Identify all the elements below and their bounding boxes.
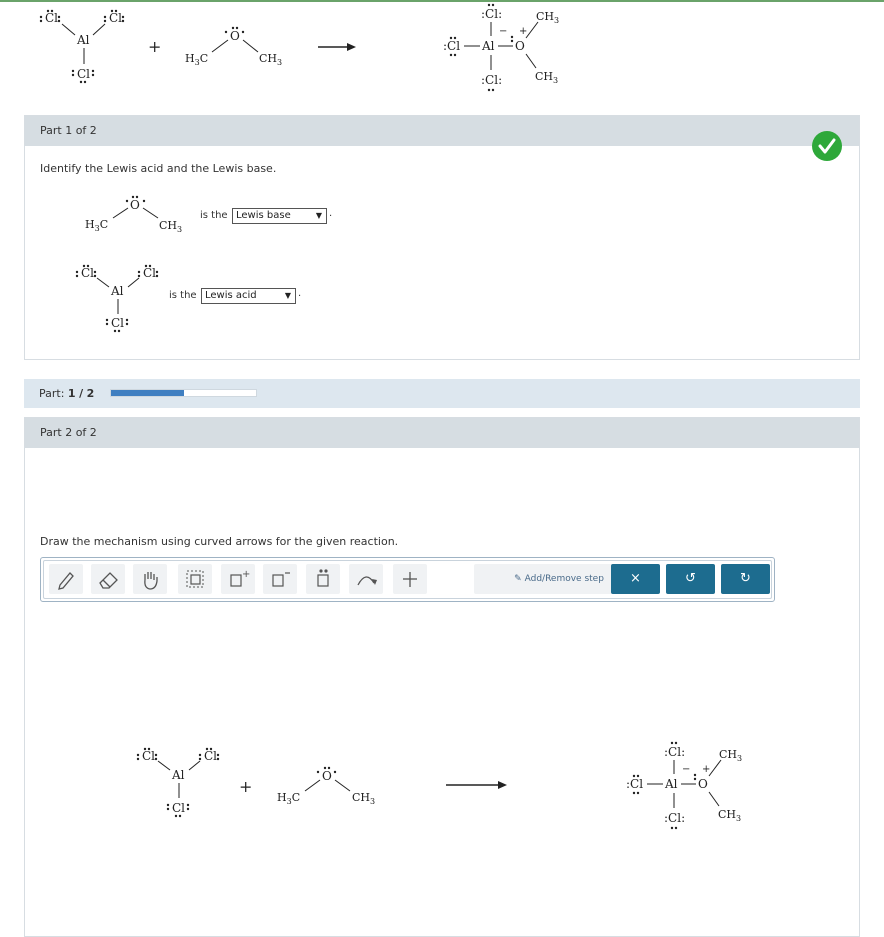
part1-instruction: Identify the Lewis acid and the Lewis ba… xyxy=(40,162,277,175)
alcl3-molecule: Cl Cl Al Cl xyxy=(75,264,159,333)
svg-text::Cl: :Cl xyxy=(626,777,643,791)
row1-phrase: is the xyxy=(200,210,228,221)
canvas-dimethyl-ether[interactable]: H3C O CH3 xyxy=(277,766,375,806)
lewis-base-dropdown[interactable]: Lewis base ▼ xyxy=(232,208,327,224)
svg-text:CH3: CH3 xyxy=(535,70,558,85)
svg-text:CH3: CH3 xyxy=(719,748,742,763)
svg-text:H3C: H3C xyxy=(85,218,108,233)
svg-text:Cl: Cl xyxy=(204,749,217,763)
svg-text::Cl:: :Cl: xyxy=(481,73,502,87)
svg-text:Al: Al xyxy=(76,33,90,47)
part2-header: Part 2 of 2 xyxy=(25,418,859,448)
svg-text:Al: Al xyxy=(171,768,185,782)
canvas-alcl3[interactable]: Cl Cl Al Cl xyxy=(136,747,220,818)
drawing-canvas-reaction[interactable]: Cl Cl Al Cl + H3C O CH3 :Cl: − :Cl Al O … xyxy=(0,735,884,845)
svg-text:H3C: H3C xyxy=(185,52,208,67)
cl-left-atom: Cl xyxy=(39,9,61,25)
part1-panel: Part 1 of 2 Identify the Lewis acid and … xyxy=(24,115,860,360)
svg-text:O: O xyxy=(515,39,525,53)
row2-phrase: is the xyxy=(169,290,197,301)
svg-text:+: + xyxy=(519,26,527,37)
svg-text:O: O xyxy=(698,777,708,791)
row1-period: . xyxy=(329,208,333,219)
svg-text:CH3: CH3 xyxy=(536,10,559,25)
edit-icon: ✎ xyxy=(514,574,522,584)
plus-icon[interactable] xyxy=(393,564,427,594)
svg-text:−: − xyxy=(499,26,507,37)
add-positive-charge-icon[interactable]: + xyxy=(221,564,255,594)
row2-period: . xyxy=(298,288,302,299)
redo-button[interactable]: ↻ xyxy=(721,564,770,594)
drawing-toolbar: + ✎ Add/Remove step × ↺ ↻ xyxy=(40,557,775,602)
dropdown-arrow-icon: ▼ xyxy=(284,291,291,300)
svg-text:H3C: H3C xyxy=(277,791,300,806)
svg-text:Cl: Cl xyxy=(77,67,90,81)
svg-text::Cl:: :Cl: xyxy=(481,7,502,21)
lewis-acid-dropdown-value: Lewis acid xyxy=(205,290,257,301)
pencil-icon[interactable] xyxy=(49,564,83,594)
lewis-acid-dropdown[interactable]: Lewis acid ▼ xyxy=(201,288,296,304)
hand-icon[interactable] xyxy=(133,564,167,594)
ether-molecule: H3C O CH3 xyxy=(85,195,182,234)
alcl3-reactant: Cl Cl Al Cl xyxy=(39,9,125,84)
svg-text:Cl: Cl xyxy=(45,11,58,25)
svg-text:CH3: CH3 xyxy=(352,791,375,806)
svg-text::Cl:: :Cl: xyxy=(664,811,685,825)
svg-text:−: − xyxy=(682,764,690,775)
adduct-product: :Cl: − :Cl Al O + CH3 CH3 :Cl: xyxy=(443,3,559,92)
progress-bar-fill xyxy=(111,390,184,396)
cl-bottom-atom: Cl xyxy=(71,67,95,84)
lone-pair-icon[interactable] xyxy=(306,564,340,594)
svg-text::Cl:: :Cl: xyxy=(664,745,685,759)
svg-text:Cl: Cl xyxy=(111,316,124,330)
svg-text:O: O xyxy=(322,769,332,783)
svg-text:O: O xyxy=(230,29,240,43)
svg-text:CH3: CH3 xyxy=(718,808,741,823)
svg-text::Cl: :Cl xyxy=(443,39,460,53)
svg-text:Cl: Cl xyxy=(81,266,94,280)
lewis-base-dropdown-value: Lewis base xyxy=(236,210,291,221)
curved-arrow-icon[interactable] xyxy=(349,564,383,594)
canvas-adduct-product[interactable]: :Cl: − :Cl Al O + CH3 CH3 :Cl: xyxy=(626,741,742,830)
svg-text:CH3: CH3 xyxy=(259,52,282,67)
reaction-equation-top: Cl Cl Al Cl + H3C O CH3:Cl: −:Cl Al O … xyxy=(39,3,559,92)
part2-instruction: Draw the mechanism using curved arrows f… xyxy=(40,535,399,548)
svg-text:O: O xyxy=(130,198,140,212)
add-negative-charge-icon[interactable] xyxy=(263,564,297,594)
correct-check-icon xyxy=(812,131,842,161)
svg-text:Cl: Cl xyxy=(172,801,185,815)
undo-button[interactable]: ↺ xyxy=(666,564,715,594)
clear-button[interactable]: × xyxy=(611,564,660,594)
progress-label: Part: 1 / 2 xyxy=(39,387,95,400)
svg-text:Cl: Cl xyxy=(143,266,156,280)
dropdown-arrow-icon: ▼ xyxy=(315,211,322,220)
eraser-icon[interactable] xyxy=(91,564,125,594)
cl-right-atom: Cl xyxy=(103,9,125,25)
part2-panel: Part 2 of 2 Draw the mechanism using cur… xyxy=(24,417,860,937)
dimethyl-ether-reactant: H3C O CH3 xyxy=(185,26,282,67)
svg-text:+: + xyxy=(148,37,161,56)
svg-text:+: + xyxy=(239,777,252,796)
progress-band: Part: 1 / 2 xyxy=(24,379,860,408)
svg-text:CH3: CH3 xyxy=(159,219,182,234)
svg-text:+: + xyxy=(242,569,250,580)
svg-text:Cl: Cl xyxy=(142,749,155,763)
svg-text:Al: Al xyxy=(664,777,678,791)
svg-text:Cl: Cl xyxy=(109,11,122,25)
progress-bar xyxy=(110,389,257,397)
svg-text:Al: Al xyxy=(110,284,124,298)
part1-header: Part 1 of 2 xyxy=(25,116,859,146)
svg-text:+: + xyxy=(702,764,710,775)
select-box-icon[interactable] xyxy=(178,564,212,594)
svg-text:Al: Al xyxy=(481,39,495,53)
